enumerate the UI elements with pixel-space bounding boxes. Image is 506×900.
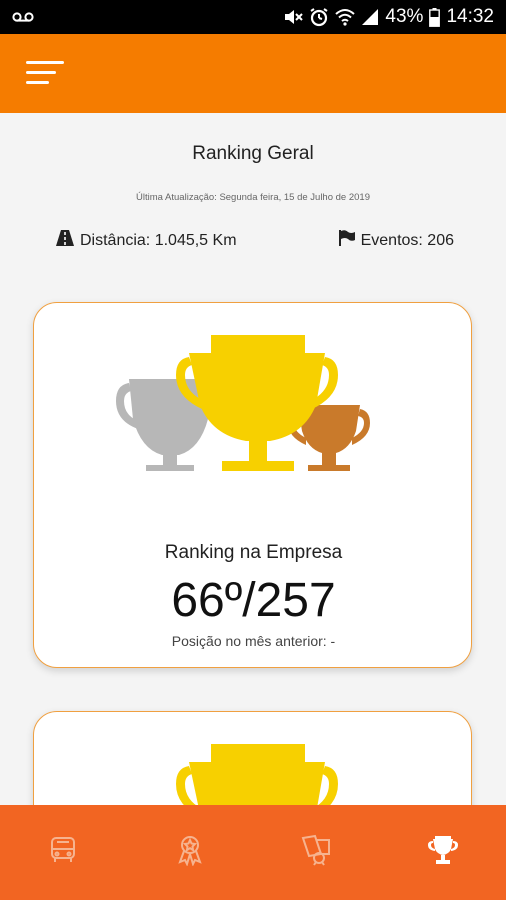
gold-trophy-icon <box>176 335 338 471</box>
distance-value: Distância: 1.045,5 Km <box>80 231 237 249</box>
ranking-label: Ranking na Empresa <box>164 542 343 563</box>
badges-icon <box>299 834 333 871</box>
events-value: Eventos: 206 <box>360 231 454 249</box>
nav-trophy[interactable] <box>380 805 506 900</box>
menu-button[interactable] <box>26 61 64 87</box>
page-title: Ranking Geral <box>192 143 314 164</box>
wifi-icon <box>335 8 356 26</box>
app-bar <box>0 34 506 113</box>
nav-medal[interactable] <box>127 805 254 900</box>
alarm-icon <box>309 7 329 27</box>
voicemail-icon <box>12 11 34 23</box>
events-stat: Eventos: 206 <box>338 230 454 251</box>
previous-position: Posição no mês anterior: - <box>171 633 336 649</box>
battery-percent: 43% <box>385 6 424 27</box>
bottom-navigation <box>0 805 506 900</box>
clock: 14:32 <box>446 6 494 27</box>
podium-trophies-icon <box>116 335 370 471</box>
mute-icon <box>283 8 304 26</box>
bus-icon <box>48 835 78 870</box>
distance-stat: Distância: 1.045,5 Km <box>56 230 237 251</box>
road-icon <box>56 230 74 251</box>
company-ranking-card[interactable]: Ranking na Empresa 66º/257 Posição no mê… <box>33 302 472 668</box>
ranking-value: 66º/257 <box>171 574 336 627</box>
nav-badges[interactable] <box>253 805 380 900</box>
last-update-text: Última Atualização: Segunda feira, 15 de… <box>136 192 370 203</box>
flag-icon <box>338 230 355 251</box>
nav-bus[interactable] <box>0 805 127 900</box>
status-bar: 43% 14:32 <box>0 0 506 34</box>
battery-icon <box>429 7 441 27</box>
trophy-icon <box>427 835 459 870</box>
medal-icon <box>175 834 205 871</box>
signal-icon <box>361 8 379 26</box>
